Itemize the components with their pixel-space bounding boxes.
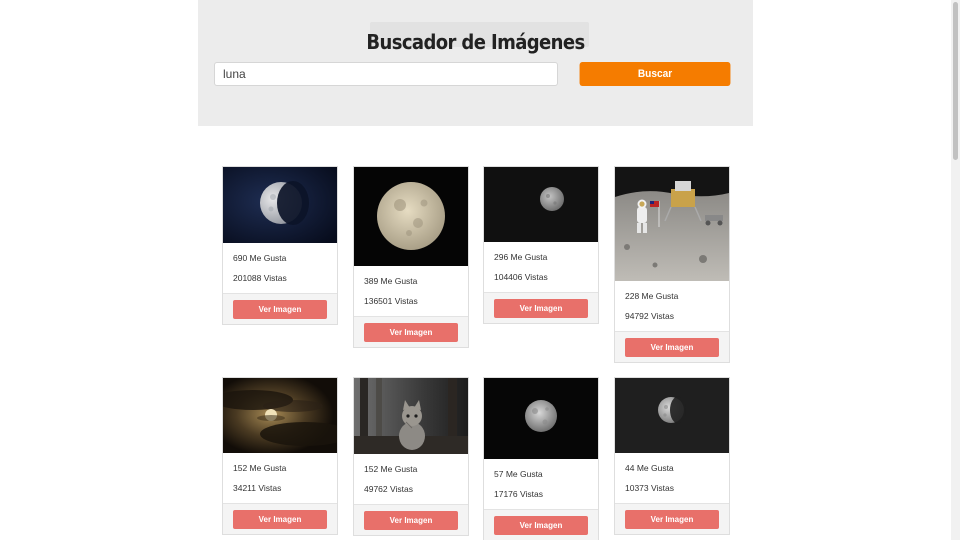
result-image[interactable]	[223, 167, 337, 243]
result-image[interactable]	[223, 378, 337, 453]
likes-count: 44 Me Gusta	[625, 463, 674, 473]
scrollbar-thumb[interactable]	[953, 2, 958, 160]
result-image[interactable]	[484, 167, 598, 242]
view-image-button[interactable]: Ver Imagen	[233, 300, 327, 319]
view-image-button[interactable]: Ver Imagen	[494, 516, 588, 535]
likes-count: 152 Me Gusta	[233, 463, 287, 473]
search-input[interactable]	[214, 62, 558, 86]
view-image-button[interactable]: Ver Imagen	[625, 510, 719, 529]
views-count: 34211 Vistas	[233, 483, 282, 493]
view-image-button[interactable]: Ver Imagen	[364, 511, 458, 530]
view-image-button[interactable]: Ver Imagen	[233, 510, 327, 529]
likes-count: 152 Me Gusta	[364, 464, 418, 474]
result-image[interactable]	[354, 167, 468, 266]
view-image-button[interactable]: Ver Imagen	[364, 323, 458, 342]
result-image[interactable]	[354, 378, 468, 454]
views-count: 49762 Vistas	[364, 484, 413, 494]
views-count: 10373 Vistas	[625, 483, 674, 493]
page-title: Buscador de Imágenes	[366, 30, 585, 54]
result-card: 228 Me Gusta 94792 Vistas Ver Imagen	[614, 166, 730, 363]
views-count: 17176 Vistas	[494, 489, 543, 499]
search-panel: Buscador de Imágenes Buscar	[198, 0, 753, 126]
result-card: 389 Me Gusta 136501 Vistas Ver Imagen	[353, 166, 469, 348]
likes-count: 228 Me Gusta	[625, 291, 679, 301]
view-image-button[interactable]: Ver Imagen	[625, 338, 719, 357]
likes-count: 389 Me Gusta	[364, 276, 418, 286]
result-card: 296 Me Gusta 104406 Vistas Ver Imagen	[483, 166, 599, 324]
result-image[interactable]	[615, 378, 729, 453]
result-card: 44 Me Gusta 10373 Vistas Ver Imagen	[614, 377, 730, 535]
view-image-button[interactable]: Ver Imagen	[494, 299, 588, 318]
likes-count: 690 Me Gusta	[233, 253, 287, 263]
search-button[interactable]: Buscar	[579, 62, 731, 86]
result-image[interactable]	[615, 167, 729, 281]
views-count: 136501 Vistas	[364, 296, 418, 306]
result-card: 152 Me Gusta 49762 Vistas Ver Imagen	[353, 377, 469, 536]
result-card: 690 Me Gusta 201088 Vistas Ver Imagen	[222, 166, 338, 325]
views-count: 104406 Vistas	[494, 272, 548, 282]
result-card: 152 Me Gusta 34211 Vistas Ver Imagen	[222, 377, 338, 535]
result-image[interactable]	[484, 378, 598, 459]
likes-count: 57 Me Gusta	[494, 469, 543, 479]
views-count: 201088 Vistas	[233, 273, 287, 283]
result-card: 57 Me Gusta 17176 Vistas Ver Imagen	[483, 377, 599, 540]
views-count: 94792 Vistas	[625, 311, 674, 321]
likes-count: 296 Me Gusta	[494, 252, 548, 262]
page-scrollbar[interactable]	[951, 0, 960, 540]
